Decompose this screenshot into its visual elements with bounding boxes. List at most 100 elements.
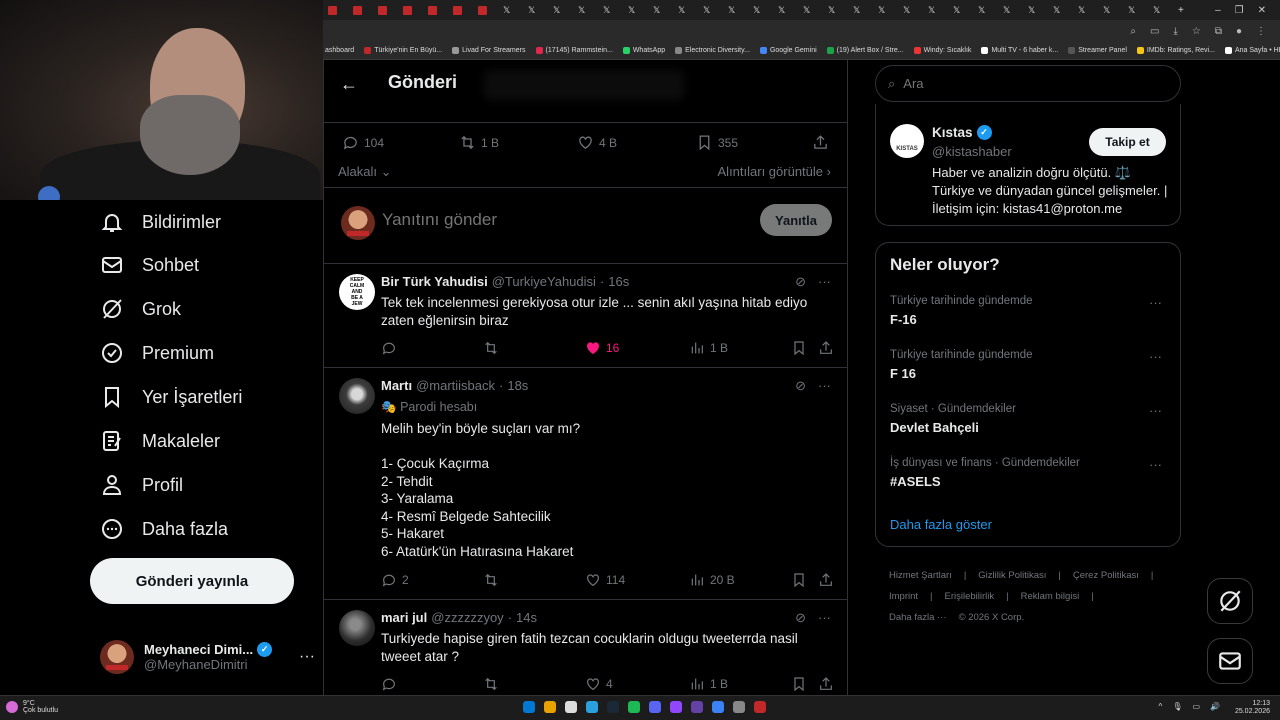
browser-tab[interactable]: 𝕏 [973,0,998,20]
grok-icon[interactable]: ⊘ [795,274,806,290]
footer-link[interactable]: © 2026 X Corp. [959,612,1025,623]
bookmark-item[interactable]: Ana Sayfa • HBO Max [1224,47,1280,54]
restore-icon[interactable]: ❐ [1235,5,1244,16]
browser-tab[interactable]: 𝕏 [748,0,773,20]
browser-tab[interactable]: 𝕏 [723,0,748,20]
minimize-icon[interactable]: – [1215,5,1221,16]
more-icon[interactable]: ··· [1149,457,1162,472]
like-button[interactable]: 16 [585,340,619,356]
bookmark-count-button[interactable]: 355 [696,134,738,151]
footer-link[interactable]: Daha fazla ··· [889,612,947,623]
reply-button[interactable]: 2 [381,572,409,588]
bookmark-item[interactable]: ashboard [325,47,354,54]
share-button[interactable] [818,676,834,692]
browser-tab[interactable]: 𝕏 [1073,0,1098,20]
author-name[interactable]: Martı [381,378,412,393]
repost-button[interactable] [483,340,504,356]
taskbar-app-icon[interactable] [691,701,703,713]
author-handle[interactable]: @zzzzzzyoy [431,610,503,625]
sort-dropdown[interactable]: Alakalı ⌄ [338,164,392,180]
repost-button[interactable] [483,676,504,692]
bookmark-item[interactable]: Türkiye'nin En Büyü... [364,47,442,54]
author-handle[interactable]: @martiisback [416,378,495,393]
more-icon[interactable]: ··· [818,274,831,290]
more-icon[interactable]: ··· [299,648,315,666]
profile-name[interactable]: Kıstas [932,125,973,140]
views-button[interactable]: 1 B [689,340,728,356]
reply-button[interactable] [381,340,402,356]
browser-tab[interactable]: 𝕏 [898,0,923,20]
taskbar-app-icon[interactable] [607,701,619,713]
footer-link[interactable]: Reklam bilgisi [1021,591,1080,602]
share-button[interactable] [818,340,834,356]
browser-tab[interactable]: 𝕏 [948,0,973,20]
zoom-icon[interactable]: ⌕ [1130,26,1136,37]
trend-item[interactable]: Türkiye tarihinde gündemde F-16 ··· [890,295,1170,335]
browser-tab[interactable]: 𝕏 [548,0,573,20]
browser-tab[interactable]: 𝕏 [998,0,1023,20]
browser-tab[interactable] [423,0,448,20]
cast-icon[interactable]: ▭ [1150,26,1159,37]
share-button[interactable] [818,572,834,588]
reply-count-button[interactable]: 104 [342,134,384,151]
browser-tab[interactable]: 𝕏 [498,0,523,20]
reply-tweet[interactable]: KEEP CALM AND BE A JEW Bir Türk Yahudisi @Tu… [324,264,847,368]
like-button[interactable]: 114 [585,572,625,588]
messages-fab-button[interactable] [1207,638,1253,684]
timestamp[interactable]: 16s [608,274,629,289]
browser-tab[interactable]: 𝕏 [873,0,898,20]
browser-tab[interactable]: 𝕏 [923,0,948,20]
grok-icon[interactable]: ⊘ [795,610,806,626]
bookmark-item[interactable]: Google Gemini [759,47,817,54]
browser-tab[interactable]: 𝕏 [1098,0,1123,20]
bookmark-item[interactable]: Livad For Streamers [452,47,526,54]
bookmark-item[interactable]: Windy: Sıcaklık [913,47,971,54]
account-switcher[interactable]: Meyhaneci Dimi... ✓ @MeyhaneDimitri ··· [100,632,315,682]
browser-tab[interactable]: 𝕏 [1148,0,1173,20]
bookmark-item[interactable]: WhatsApp [622,47,665,54]
view-quotes-link[interactable]: Alıntıları görüntüle › [718,164,831,179]
browser-tab[interactable]: 𝕏 [773,0,798,20]
browser-tab[interactable] [448,0,473,20]
browser-tab[interactable] [398,0,423,20]
taskbar-app-icon[interactable] [586,701,598,713]
chevron-up-icon[interactable]: ^ [1159,702,1163,711]
browser-tab[interactable] [473,0,498,20]
timestamp[interactable]: 18s [507,378,528,393]
trend-item[interactable]: Siyaset · Gündemdekiler Devlet Bahçeli ··· [890,403,1170,443]
volume-icon[interactable]: 🔊 [1210,702,1220,711]
nav-item-more[interactable]: Daha fazla [100,514,228,544]
browser-tab[interactable]: 𝕏 [1048,0,1073,20]
mic-icon[interactable]: 🎙 [1172,702,1182,711]
browser-tab[interactable]: 𝕏 [523,0,548,20]
browser-tab[interactable]: 𝕏 [823,0,848,20]
views-button[interactable]: 1 B [689,676,728,692]
back-arrow-icon[interactable]: ← [340,74,358,95]
browser-tab[interactable]: 𝕏 [798,0,823,20]
star-icon[interactable]: ☆ [1192,26,1201,37]
bookmark-item[interactable]: IMDb: Ratings, Revi... [1136,47,1215,54]
browser-tab[interactable]: 𝕏 [573,0,598,20]
menu-icon[interactable]: ⋮ [1256,26,1266,37]
author-handle[interactable]: @TurkiyeYahudisi [492,274,596,289]
taskbar-app-icon[interactable] [754,701,766,713]
taskbar-app-icon[interactable] [733,701,745,713]
taskbar-app-icon[interactable] [628,701,640,713]
clock[interactable]: 12:13 25.02.2026 [1235,700,1270,716]
bookmark-item[interactable]: Multi TV - 6 haber k... [981,47,1058,54]
browser-tab[interactable]: 𝕏 [648,0,673,20]
avatar[interactable] [339,610,375,646]
grok-fab-button[interactable] [1207,578,1253,624]
footer-link[interactable]: Çerez Politikası [1073,570,1139,581]
taskbar-app-icon[interactable] [565,701,577,713]
browser-tab[interactable]: 𝕏 [1123,0,1148,20]
taskbar-app-icon[interactable] [670,701,682,713]
author-name[interactable]: mari jul [381,610,427,625]
nav-item-chat[interactable]: Sohbet [100,250,199,280]
reply-input[interactable] [382,210,682,230]
bookmark-button[interactable] [791,676,807,692]
avatar[interactable]: KEEP CALM AND BE A JEW [339,274,375,310]
nav-item-notifications[interactable]: Bildirimler [100,207,221,237]
avatar[interactable] [339,378,375,414]
bookmark-item[interactable]: Electronic Diversity... [675,47,750,54]
